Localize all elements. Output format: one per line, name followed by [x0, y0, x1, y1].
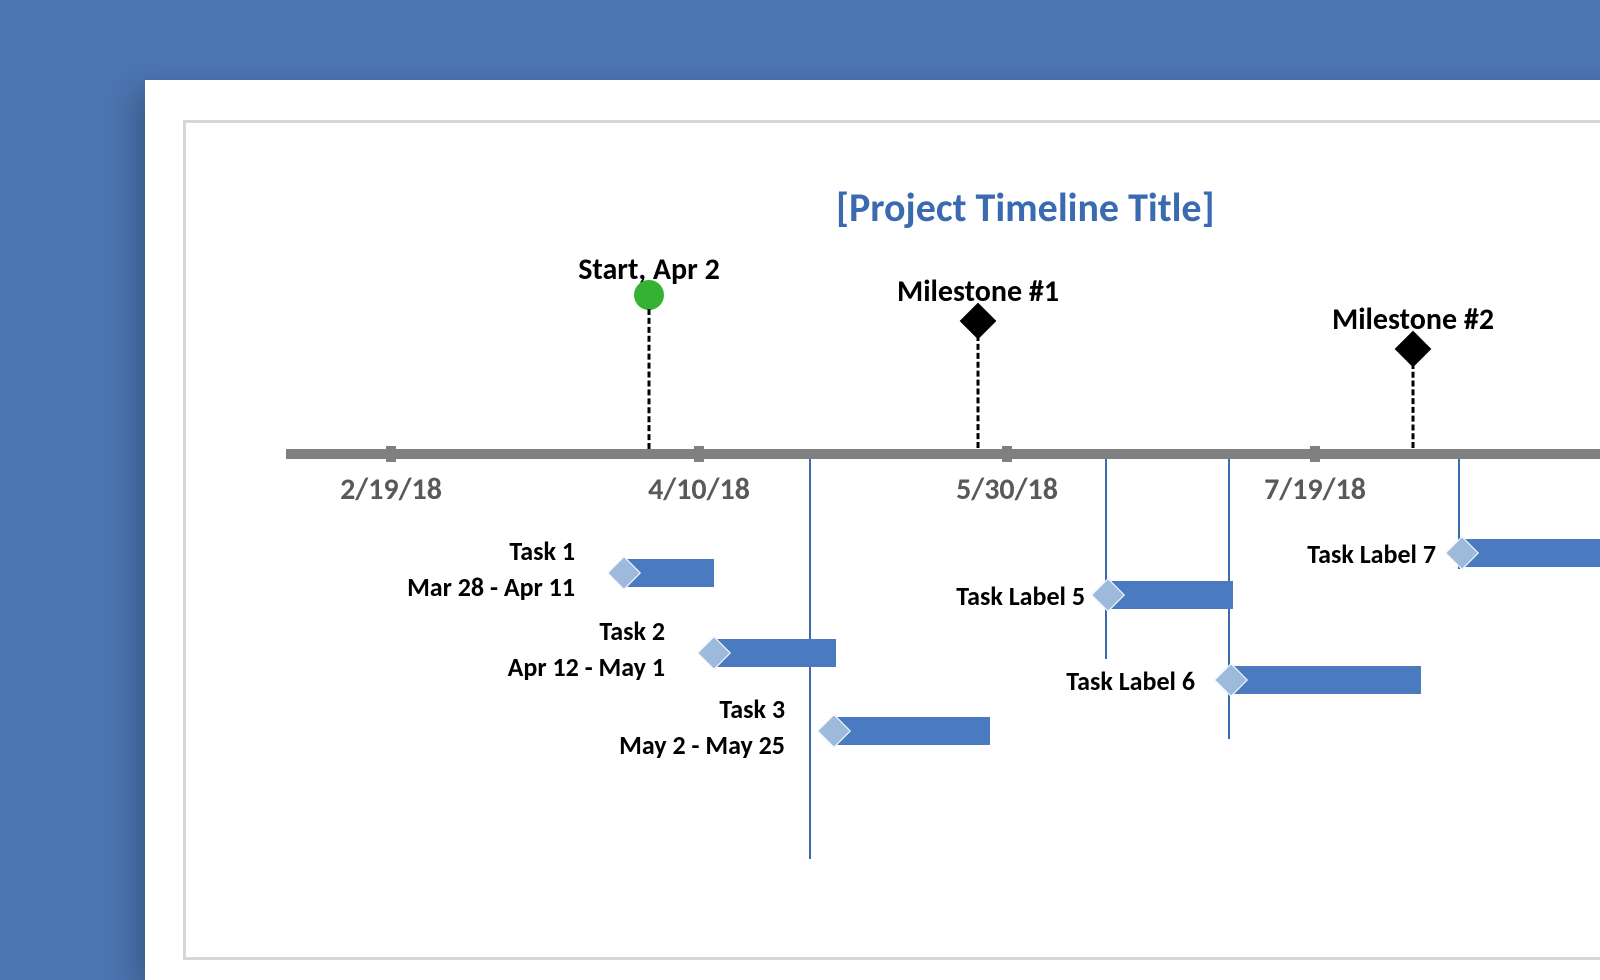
task-name: Task 3	[619, 691, 785, 727]
milestone-leader	[648, 309, 651, 449]
axis-tick-label: 7/19/18	[1264, 471, 1366, 508]
axis-tick-label: 4/10/18	[648, 471, 750, 508]
task-label: Task Label 6	[1066, 663, 1195, 699]
task-name: Task 2	[508, 613, 665, 649]
task-label: Task 3May 2 - May 25	[619, 691, 785, 764]
axis-tick	[694, 446, 704, 462]
chart-frame: [Project Timeline Title] 2/19/184/10/185…	[183, 120, 1600, 960]
task-label: Task Label 7	[1307, 536, 1436, 572]
task-bar	[1462, 539, 1600, 567]
task-connector	[1105, 459, 1107, 659]
task-name: Task Label 5	[956, 578, 1085, 614]
axis-tick-label: 5/30/18	[956, 471, 1058, 508]
task-bar	[1231, 666, 1421, 694]
chart-title: [Project Timeline Title]	[836, 183, 1215, 232]
task-label: Task Label 5	[956, 578, 1085, 614]
axis-tick	[1002, 446, 1012, 462]
task-bar	[1108, 581, 1233, 609]
task-dates: May 2 - May 25	[619, 727, 785, 763]
task-bar	[834, 717, 990, 745]
task-name: Task 1	[407, 533, 575, 569]
document-window: [Project Timeline Title] 2/19/184/10/185…	[145, 80, 1600, 980]
task-label: Task 1Mar 28 - Apr 11	[407, 533, 575, 606]
timeline-chart: [Project Timeline Title] 2/19/184/10/185…	[186, 123, 1600, 957]
axis-tick	[386, 446, 396, 462]
milestone-start-icon	[634, 280, 664, 310]
task-bar	[714, 639, 836, 667]
task-name: Task Label 7	[1307, 536, 1436, 572]
milestone-leader	[977, 335, 980, 448]
task-label: Task 2Apr 12 - May 1	[508, 613, 665, 686]
axis-tick	[1310, 446, 1320, 462]
milestone-leader	[1412, 363, 1415, 448]
axis-tick-label: 2/19/18	[340, 471, 442, 508]
timeline-axis: 2/19/184/10/185/30/187/19/18	[286, 449, 1600, 459]
task-dates: Mar 28 - Apr 11	[407, 569, 575, 605]
task-dates: Apr 12 - May 1	[508, 649, 665, 685]
task-name: Task Label 6	[1066, 663, 1195, 699]
